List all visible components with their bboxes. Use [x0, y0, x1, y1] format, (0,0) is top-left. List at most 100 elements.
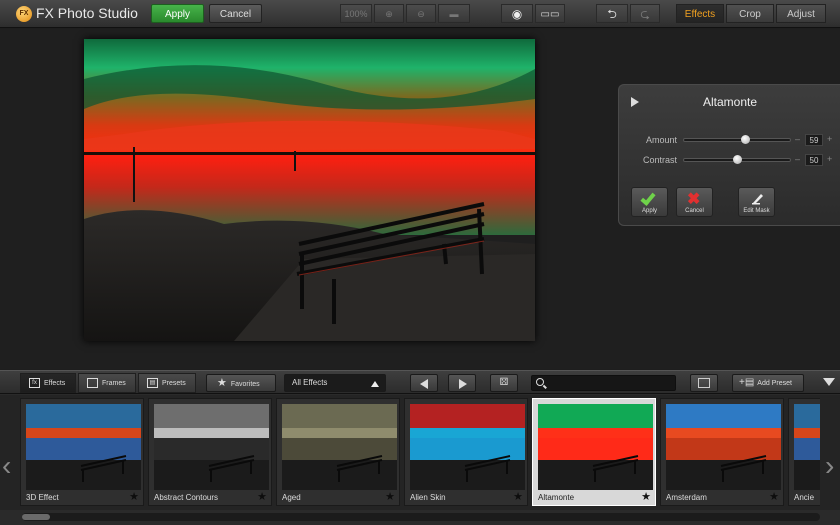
- tab-frames-label: Frames: [102, 380, 126, 387]
- checkmark-icon: [640, 190, 656, 206]
- favorite-star-icon[interactable]: ★: [129, 490, 139, 503]
- panel-apply-label: Apply: [641, 208, 657, 214]
- contrast-slider-thumb[interactable]: [733, 155, 742, 164]
- brush-icon: [752, 194, 763, 205]
- photo-preview[interactable]: [84, 39, 535, 341]
- close-icon: ✖: [687, 191, 701, 208]
- effect-thumbnail[interactable]: Aged ★: [276, 398, 400, 506]
- effect-thumbnail[interactable]: Altamonte ★: [532, 398, 656, 506]
- tab-browser-effects[interactable]: fx Effects: [20, 373, 76, 393]
- tab-adjust[interactable]: Adjust: [776, 4, 826, 23]
- effect-settings-panel: Altamonte Amount – 59 + Contrast – 50 + …: [618, 84, 840, 226]
- effect-thumbnail-label: Alien Skin: [410, 493, 446, 502]
- view-icon: [698, 378, 710, 388]
- browser-toolbar: fx Effects Frames ▤ Presets ★ Favorites All…: [0, 370, 840, 394]
- image-canvas: Altamonte Amount – 59 + Contrast – 50 + …: [0, 29, 840, 369]
- edit-mask-button[interactable]: Edit Mask: [738, 187, 775, 217]
- cancel-button[interactable]: Cancel: [209, 4, 262, 23]
- contrast-increase[interactable]: +: [827, 154, 832, 164]
- effect-preview-image: [666, 404, 781, 490]
- search-input[interactable]: [550, 378, 670, 389]
- effects-thumbnail-strip: ‹ 3D Effect ★ Abstract Contours ★ Aged ★ Alien…: [0, 395, 840, 510]
- tab-frames[interactable]: Frames: [78, 373, 136, 393]
- tab-presets-label: Presets: [162, 380, 186, 387]
- arrow-left-icon: [420, 379, 428, 389]
- edit-mask-label: Edit Mask: [743, 208, 770, 214]
- panel-cancel-button[interactable]: ✖ Cancel: [676, 187, 713, 217]
- star-icon: ★: [217, 377, 227, 389]
- tab-browser-effects-label: Effects: [44, 380, 66, 387]
- effect-thumbnail[interactable]: Abstract Contours ★: [148, 398, 272, 506]
- scroll-right-icon[interactable]: ›: [825, 450, 834, 482]
- contrast-value[interactable]: 50: [805, 154, 823, 166]
- split-view-icon[interactable]: ▭▭: [535, 4, 565, 23]
- effect-thumbnail[interactable]: Amsterdam ★: [660, 398, 784, 506]
- panel-cancel-label: Cancel: [685, 208, 704, 214]
- amount-decrease[interactable]: –: [795, 134, 800, 144]
- effects-browser: fx Effects Frames ▤ Presets ★ Favorites All…: [0, 370, 840, 525]
- dice-icon: ⚄: [499, 377, 509, 388]
- view-toggle-button[interactable]: [690, 374, 718, 392]
- apply-button[interactable]: Apply: [151, 4, 204, 23]
- effect-thumbnail-label: Altamonte: [538, 493, 575, 502]
- effect-thumbnail-label: Abstract Contours: [154, 493, 219, 502]
- favorite-star-icon[interactable]: ★: [385, 490, 395, 503]
- zoom-out-icon[interactable]: ⊖: [406, 4, 436, 23]
- thumbnail-list: 3D Effect ★ Abstract Contours ★ Aged ★ Alien S…: [20, 398, 820, 508]
- favorite-star-icon[interactable]: ★: [257, 490, 267, 503]
- next-button[interactable]: [448, 374, 476, 392]
- favorite-star-icon[interactable]: ★: [513, 490, 523, 503]
- contrast-label: Contrast: [642, 155, 677, 165]
- top-toolbar: FX FX Photo Studio Apply Cancel 100% ⊕ ⊖…: [0, 0, 840, 28]
- effect-preview-image: [410, 404, 525, 490]
- arrow-right-icon: [459, 379, 467, 389]
- effects-filter-dropdown[interactable]: All Effects: [284, 374, 386, 392]
- search-icon-handle: [543, 384, 547, 389]
- amount-slider-thumb[interactable]: [741, 135, 750, 144]
- tab-crop[interactable]: Crop: [726, 4, 774, 23]
- tab-presets[interactable]: ▤ Presets: [138, 373, 196, 393]
- app-title: FX Photo Studio: [36, 5, 138, 21]
- dropdown-arrow-icon: [371, 381, 379, 387]
- add-preset-label: Add Preset: [757, 380, 792, 387]
- photo-image: [84, 39, 535, 341]
- effect-thumbnail[interactable]: Alien Skin ★: [404, 398, 528, 506]
- contrast-slider[interactable]: [683, 155, 791, 164]
- favorites-button[interactable]: ★ Favorites: [206, 374, 276, 392]
- search-box[interactable]: [531, 375, 676, 391]
- fit-screen-icon[interactable]: ▬: [438, 4, 470, 23]
- app-window: FX FX Photo Studio Apply Cancel 100% ⊕ ⊖…: [0, 0, 840, 525]
- add-preset-button[interactable]: +▤ Add Preset: [732, 374, 804, 392]
- zoom-level[interactable]: 100%: [340, 4, 372, 23]
- effect-preview-image: [154, 404, 269, 490]
- scrollbar-thumb[interactable]: [22, 514, 50, 520]
- undo-icon[interactable]: ⮌: [596, 4, 628, 23]
- effect-preview-image: [26, 404, 141, 490]
- amount-slider[interactable]: [683, 135, 791, 144]
- favorite-star-icon[interactable]: ★: [641, 490, 651, 503]
- previous-button[interactable]: [410, 374, 438, 392]
- random-effect-button[interactable]: ⚄: [490, 374, 518, 392]
- favorites-label: Favorites: [230, 381, 260, 388]
- fx-icon: fx: [29, 378, 40, 389]
- amount-label: Amount: [645, 135, 677, 145]
- collapse-arrow-icon[interactable]: [823, 378, 835, 386]
- amount-value[interactable]: 59: [805, 134, 823, 146]
- amount-increase[interactable]: +: [827, 134, 832, 144]
- effect-thumbnail[interactable]: 3D Effect ★: [20, 398, 144, 506]
- effect-thumbnail-label: 3D Effect: [26, 493, 59, 502]
- effect-thumbnail-label: Amsterdam: [666, 493, 707, 502]
- zoom-in-icon[interactable]: ⊕: [374, 4, 404, 23]
- favorite-star-icon[interactable]: ★: [769, 490, 779, 503]
- panel-apply-button[interactable]: Apply: [631, 187, 668, 217]
- effect-thumbnail-label: Aged: [282, 493, 301, 502]
- redo-icon[interactable]: ⮎: [630, 4, 660, 23]
- effect-preview-image: [538, 404, 653, 490]
- scroll-left-icon[interactable]: ‹: [2, 450, 11, 482]
- contrast-decrease[interactable]: –: [795, 154, 800, 164]
- preview-eye-icon[interactable]: ◉: [501, 4, 533, 23]
- effect-thumbnail[interactable]: Ancie★: [788, 398, 820, 506]
- tab-effects[interactable]: Effects: [676, 4, 724, 23]
- effects-filter-label: All Effects: [292, 378, 328, 387]
- horizontal-scrollbar[interactable]: [22, 513, 820, 521]
